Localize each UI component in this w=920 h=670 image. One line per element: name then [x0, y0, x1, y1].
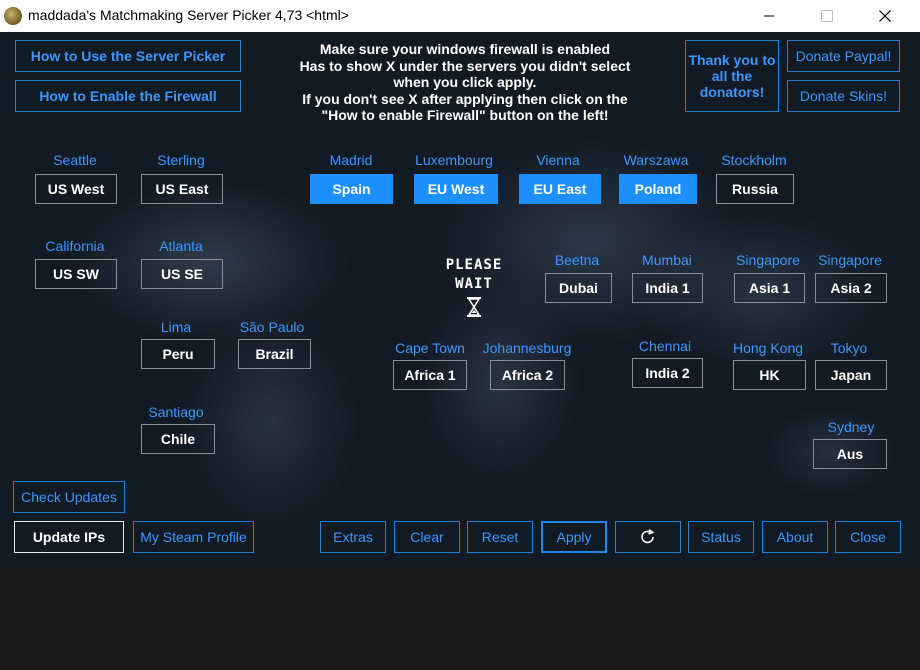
- thank-you-donators-button[interactable]: Thank you to all the donators!: [685, 40, 779, 112]
- how-to-use-button[interactable]: How to Use the Server Picker: [15, 40, 241, 72]
- server-chile[interactable]: Chile: [141, 424, 215, 454]
- notice-line: Has to show X under the servers you didn…: [299, 57, 631, 74]
- server-peru[interactable]: Peru: [141, 339, 215, 369]
- close-icon: [879, 10, 891, 22]
- server-japan[interactable]: Japan: [815, 360, 887, 390]
- refresh-icon: [641, 529, 655, 544]
- server-russia[interactable]: Russia: [716, 174, 794, 204]
- hourglass-icon: [467, 297, 481, 317]
- close-window-button[interactable]: [862, 0, 908, 32]
- city-label: Singapore: [818, 252, 882, 268]
- server-us-west[interactable]: US West: [35, 174, 117, 204]
- server-poland[interactable]: Poland: [619, 174, 697, 204]
- donate-skins-button[interactable]: Donate Skins!: [787, 80, 900, 112]
- empty-area: [0, 567, 920, 670]
- server-asia-1[interactable]: Asia 1: [734, 273, 805, 303]
- update-ips-button[interactable]: Update IPs: [14, 521, 124, 553]
- extras-button[interactable]: Extras: [320, 521, 386, 553]
- refresh-button[interactable]: [615, 521, 681, 553]
- window-title: maddada's Matchmaking Server Picker 4,73…: [28, 7, 349, 23]
- status-line: PLEASE: [445, 257, 503, 273]
- firewall-notice: Make sure your windows firewall is enabl…: [270, 41, 660, 124]
- app-icon: [4, 7, 22, 25]
- server-us-se[interactable]: US SE: [141, 259, 223, 289]
- city-label: Sydney: [827, 419, 875, 435]
- city-label: Tokyo: [830, 340, 868, 356]
- city-label: Santiago: [148, 404, 204, 420]
- city-label: Luxembourg: [415, 152, 493, 168]
- close-button[interactable]: Close: [835, 521, 901, 553]
- maximize-button[interactable]: [804, 0, 850, 32]
- server-eu-east[interactable]: EU East: [519, 174, 601, 204]
- server-us-east[interactable]: US East: [141, 174, 223, 204]
- city-label: São Paulo: [239, 319, 305, 335]
- server-africa-2[interactable]: Africa 2: [490, 360, 565, 390]
- city-label: Chennai: [638, 338, 692, 354]
- server-brazil[interactable]: Brazil: [238, 339, 311, 369]
- notice-line: when you click apply.: [393, 74, 537, 90]
- about-button[interactable]: About: [762, 521, 828, 553]
- server-aus[interactable]: Aus: [813, 439, 887, 469]
- notice-line: If you don't see X after applying then c…: [302, 90, 628, 107]
- server-dubai[interactable]: Dubai: [545, 273, 612, 303]
- city-label: Madrid: [329, 152, 373, 168]
- notice-line: Make sure your windows firewall is enabl…: [319, 41, 611, 57]
- status-line: WAIT: [455, 276, 493, 292]
- server-africa-1[interactable]: Africa 1: [393, 360, 467, 390]
- city-label: Stockholm: [721, 152, 787, 168]
- steam-profile-button[interactable]: My Steam Profile: [133, 521, 254, 553]
- status-button[interactable]: Status: [688, 521, 754, 553]
- server-india-2[interactable]: India 2: [632, 358, 703, 388]
- please-wait-status: PLEASE WAIT: [434, 256, 514, 324]
- server-eu-west[interactable]: EU West: [414, 174, 498, 204]
- server-us-sw[interactable]: US SW: [35, 259, 117, 289]
- apply-button[interactable]: Apply: [541, 521, 607, 553]
- how-to-enable-firewall-button[interactable]: How to Enable the Firewall: [15, 80, 241, 112]
- server-asia-2[interactable]: Asia 2: [815, 273, 887, 303]
- server-spain[interactable]: Spain: [310, 174, 393, 204]
- city-label: California: [45, 238, 105, 254]
- server-india-1[interactable]: India 1: [632, 273, 703, 303]
- minimize-button[interactable]: [746, 0, 792, 32]
- check-updates-button[interactable]: Check Updates: [13, 481, 125, 513]
- city-label: Sterling: [157, 152, 205, 168]
- title-bar: maddada's Matchmaking Server Picker 4,73…: [0, 0, 920, 32]
- clear-button[interactable]: Clear: [394, 521, 460, 553]
- minimize-icon: [764, 15, 774, 17]
- notice-line: "How to enable Firewall" button on the l…: [321, 107, 609, 123]
- reset-button[interactable]: Reset: [467, 521, 533, 553]
- city-label: Atlanta: [159, 238, 203, 254]
- maximize-icon: [821, 10, 833, 22]
- main-panel: How to Use the Server Picker How to Enab…: [0, 32, 920, 567]
- city-label: Johannesburg: [482, 340, 572, 356]
- server-hk[interactable]: HK: [733, 360, 806, 390]
- donate-paypal-button[interactable]: Donate Paypal!: [787, 40, 900, 72]
- city-label: Seattle: [53, 152, 97, 168]
